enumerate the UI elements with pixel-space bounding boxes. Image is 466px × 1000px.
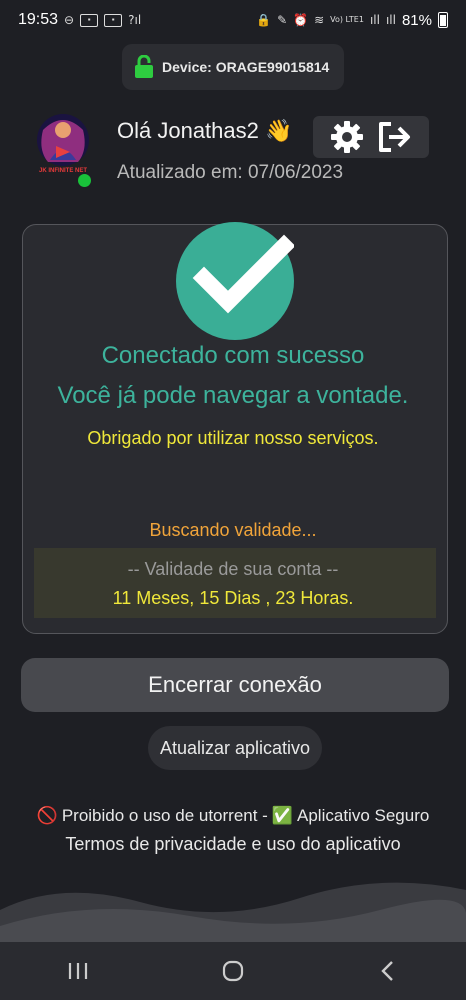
device-id: Device: ORAGE99015814 (162, 59, 330, 75)
do-not-disturb-icon: ⊖ (64, 13, 75, 27)
online-indicator (76, 172, 93, 189)
end-connection-button[interactable]: Encerrar conexão (21, 658, 449, 712)
signal-icon-2: ıll (385, 13, 396, 27)
check-icon (192, 234, 296, 314)
recent-apps-icon (68, 963, 87, 979)
wifi-icon: ≋ (314, 13, 325, 27)
searching-status: Buscando validade... (149, 520, 317, 540)
update-app-button[interactable]: Atualizar aplicativo (148, 726, 322, 770)
safe-app-text: Aplicativo Seguro (297, 806, 430, 825)
validity-label: -- Validade de sua conta -- (127, 559, 339, 579)
settings-button[interactable] (327, 117, 367, 157)
status-bar-right: 🔒 ✎ ⏰ ≋ Vo) LTE1 ıll ıll 81% (256, 12, 448, 29)
prohibited-icon: 🚫 (36, 806, 58, 825)
notification-icon-2: ▪ (104, 13, 123, 27)
alarm-icon: ⏰ (293, 13, 309, 27)
logout-button[interactable] (375, 117, 415, 157)
avatar: JK INFINITE NET (28, 110, 98, 182)
home-button[interactable] (203, 949, 263, 993)
footer-notice: 🚫 Proibido o uso de utorrent - ✅ Aplicat… (0, 806, 466, 826)
logout-icon (379, 122, 410, 152)
validity-value: 11 Meses, 15 Dias , 23 Horas. (112, 588, 354, 608)
updated-date: Atualizado em: 07/06/2023 (117, 162, 344, 183)
clock: 19:53 (18, 11, 59, 28)
vpn-lock-icon: 🔒 (256, 13, 272, 27)
check-mark-icon: ✅ (271, 806, 294, 825)
battery-icon (438, 12, 448, 28)
status-bar-left: 19:53 ⊖ ▪ ▪ ?ıl (18, 11, 141, 29)
prohibited-text: Proibido o uso de utorrent - (61, 806, 268, 825)
back-button[interactable] (358, 949, 418, 993)
status-bar: 19:53 ⊖ ▪ ▪ ?ıl 🔒 ✎ ⏰ ≋ Vo) LTE1 ıll ıll… (0, 0, 466, 40)
lock-icon (134, 54, 154, 79)
battery-percent: 81% (401, 11, 432, 29)
pen-icon: ✎ (277, 13, 288, 27)
notification-icon: ▪ (80, 13, 99, 27)
success-subtitle: Você já pode navegar a vontade. (57, 382, 409, 409)
gear-icon (331, 121, 363, 153)
signal-weak-icon: ?ıl (128, 13, 142, 27)
greeting: Olá Jonathas2 👋 (117, 118, 293, 143)
home-icon (222, 960, 244, 982)
back-icon (381, 961, 394, 981)
success-badge (176, 222, 296, 340)
header-actions (313, 116, 429, 158)
success-title: Conectado com sucesso (101, 342, 365, 369)
thanks-message: Obrigado por utilizar nosso serviços. (87, 428, 379, 448)
system-nav-bar (0, 942, 466, 1000)
device-pill: Device: ORAGE99015814 (122, 44, 344, 90)
signal-icon: ıll (369, 13, 380, 27)
decorative-wave (0, 882, 466, 942)
privacy-terms-link[interactable]: Termos de privacidade e uso do aplicativ… (0, 834, 466, 855)
recent-apps-button[interactable] (48, 949, 108, 993)
lte-label: Vo) LTE1 (330, 15, 364, 24)
